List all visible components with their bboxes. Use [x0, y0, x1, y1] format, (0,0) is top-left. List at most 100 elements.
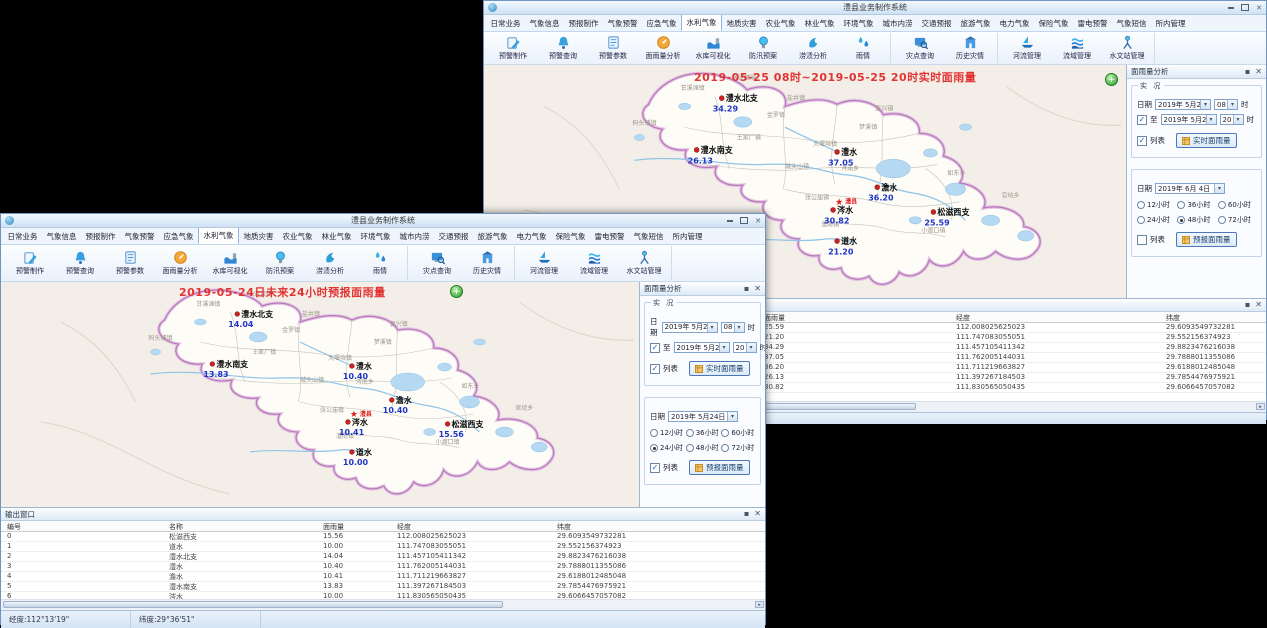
- from-date-select[interactable]: 2019年 5月25日▾: [1155, 99, 1211, 110]
- tab-城市内涝[interactable]: 城市内涝: [878, 16, 917, 31]
- to-date-select[interactable]: 2019年 5月25日▾: [1161, 114, 1217, 125]
- tab-气象短信[interactable]: 气象短信: [629, 229, 668, 244]
- radio-12小时[interactable]: 12小时: [650, 428, 686, 438]
- titlebar[interactable]: 澧县业务制作系统 ✕: [484, 1, 1266, 15]
- tab-日常业务[interactable]: 日常业务: [3, 229, 42, 244]
- to-checkbox[interactable]: ✓: [650, 343, 660, 353]
- scroll-right-arrow[interactable]: ▸: [755, 601, 764, 608]
- forecast-rainfall-button[interactable]: 预报面雨量: [689, 460, 750, 475]
- tab-雷电预警[interactable]: 雷电预警: [590, 229, 629, 244]
- locate-button[interactable]: +: [450, 285, 463, 298]
- tab-交通预报[interactable]: 交通预报: [917, 16, 956, 31]
- radio-72小时[interactable]: 72小时: [721, 443, 755, 453]
- to-hour-select[interactable]: 20▾: [733, 342, 757, 353]
- tab-交通预报[interactable]: 交通预报: [434, 229, 473, 244]
- toolbar-button-预警查询[interactable]: 预警查询: [55, 246, 105, 280]
- tab-地质灾害[interactable]: 地质灾害: [722, 16, 761, 31]
- tab-气象信息[interactable]: 气象信息: [42, 229, 81, 244]
- list-checkbox[interactable]: ✓: [650, 364, 660, 374]
- radio-48小时[interactable]: 48小时: [1177, 215, 1217, 225]
- pin-icon[interactable]: ▪: [1245, 68, 1250, 76]
- radio-60小时[interactable]: 60小时: [721, 428, 755, 438]
- tab-城市内涝[interactable]: 城市内涝: [395, 229, 434, 244]
- tab-农业气象[interactable]: 农业气象: [278, 229, 317, 244]
- radio-36小时[interactable]: 36小时: [1177, 200, 1217, 210]
- close-button[interactable]: ✕: [1256, 3, 1262, 12]
- tab-水利气象[interactable]: 水利气象: [198, 226, 239, 244]
- from-hour-select[interactable]: 08▾: [721, 322, 745, 333]
- toolbar-button-灾点查询[interactable]: 灾点查询: [895, 33, 945, 63]
- toolbar-button-河流管理[interactable]: 河流管理: [519, 246, 569, 280]
- radio-48小时[interactable]: 48小时: [686, 443, 722, 453]
- toolbar-button-水文站管理[interactable]: 水文站管理: [619, 246, 669, 280]
- toolbar-button-涝渍分析[interactable]: 涝渍分析: [305, 246, 355, 280]
- toolbar-button-流域管理[interactable]: 流域管理: [569, 246, 619, 280]
- locate-button[interactable]: +: [1105, 73, 1118, 86]
- close-icon[interactable]: ✕: [754, 510, 761, 518]
- tab-旅游气象[interactable]: 旅游气象: [956, 16, 995, 31]
- tab-电力气象[interactable]: 电力气象: [995, 16, 1034, 31]
- horizontal-scrollbar[interactable]: ▸: [1, 599, 765, 610]
- tab-电力气象[interactable]: 电力气象: [512, 229, 551, 244]
- toolbar-button-水库可视化[interactable]: 水库可视化: [688, 33, 738, 63]
- tab-应急气象[interactable]: 应急气象: [642, 16, 681, 31]
- toolbar-button-防汛预案[interactable]: 防汛预案: [255, 246, 305, 280]
- tab-环境气象[interactable]: 环境气象: [839, 16, 878, 31]
- tab-所内管理[interactable]: 所内管理: [668, 229, 707, 244]
- toolbar-button-河流管理[interactable]: 河流管理: [1002, 33, 1052, 63]
- toolbar-button-预警制作[interactable]: 预警制作: [488, 33, 538, 63]
- tab-气象信息[interactable]: 气象信息: [525, 16, 564, 31]
- toolbar-button-流域管理[interactable]: 流域管理: [1052, 33, 1102, 63]
- from-date-select[interactable]: 2019年 5月25日▾: [662, 322, 718, 333]
- close-icon[interactable]: ✕: [1255, 301, 1262, 309]
- toolbar-button-雨情[interactable]: 雨情: [838, 33, 888, 63]
- minimize-button[interactable]: [1228, 3, 1234, 12]
- radio-36小时[interactable]: 36小时: [686, 428, 722, 438]
- live-rainfall-button[interactable]: 实时面雨量: [1176, 133, 1237, 148]
- tab-雷电预警[interactable]: 雷电预警: [1073, 16, 1112, 31]
- to-hour-select[interactable]: 20▾: [1220, 114, 1244, 125]
- tab-气象短信[interactable]: 气象短信: [1112, 16, 1151, 31]
- from-hour-select[interactable]: 08▾: [1214, 99, 1238, 110]
- tab-保险气象[interactable]: 保险气象: [1034, 16, 1073, 31]
- tab-气象预警[interactable]: 气象预警: [120, 229, 159, 244]
- toolbar-button-预警参数[interactable]: 预警参数: [105, 246, 155, 280]
- maximize-button[interactable]: [1241, 3, 1249, 12]
- forecast-date-select[interactable]: 2019年 5月24日▾: [668, 411, 738, 422]
- toolbar-button-面雨量分析[interactable]: 面雨量分析: [638, 33, 688, 63]
- tab-日常业务[interactable]: 日常业务: [486, 16, 525, 31]
- tab-保险气象[interactable]: 保险气象: [551, 229, 590, 244]
- close-button[interactable]: ✕: [755, 216, 761, 225]
- toolbar-button-预警参数[interactable]: 预警参数: [588, 33, 638, 63]
- toolbar-button-预警查询[interactable]: 预警查询: [538, 33, 588, 63]
- list-checkbox[interactable]: [1137, 235, 1147, 245]
- radio-60小时[interactable]: 60小时: [1218, 200, 1256, 210]
- pin-icon[interactable]: ▪: [744, 285, 749, 293]
- tab-旅游气象[interactable]: 旅游气象: [473, 229, 512, 244]
- tab-水利气象[interactable]: 水利气象: [681, 13, 722, 31]
- toolbar-button-防汛预案[interactable]: 防汛预案: [738, 33, 788, 63]
- tab-环境气象[interactable]: 环境气象: [356, 229, 395, 244]
- toolbar-button-水文站管理[interactable]: 水文站管理: [1102, 33, 1152, 63]
- to-checkbox[interactable]: ✓: [1137, 115, 1147, 125]
- toolbar-button-历史灾情[interactable]: 历史灾情: [462, 246, 512, 280]
- toolbar-button-预警制作[interactable]: 预警制作: [5, 246, 55, 280]
- forecast-rainfall-button[interactable]: 预报面雨量: [1176, 232, 1237, 247]
- tab-地质灾害[interactable]: 地质灾害: [239, 229, 278, 244]
- pin-icon[interactable]: ▪: [1245, 301, 1250, 309]
- close-icon[interactable]: ✕: [754, 285, 761, 293]
- toolbar-button-面雨量分析[interactable]: 面雨量分析: [155, 246, 205, 280]
- minimize-button[interactable]: [727, 216, 733, 225]
- tab-应急气象[interactable]: 应急气象: [159, 229, 198, 244]
- tab-所内管理[interactable]: 所内管理: [1151, 16, 1190, 31]
- list-checkbox[interactable]: ✓: [650, 463, 660, 473]
- close-icon[interactable]: ✕: [1255, 68, 1262, 76]
- tab-气象预警[interactable]: 气象预警: [603, 16, 642, 31]
- radio-24小时[interactable]: 24小时: [650, 443, 686, 453]
- list-checkbox[interactable]: ✓: [1137, 136, 1147, 146]
- tab-林业气象[interactable]: 林业气象: [317, 229, 356, 244]
- radio-24小时[interactable]: 24小时: [1137, 215, 1177, 225]
- tab-林业气象[interactable]: 林业气象: [800, 16, 839, 31]
- scroll-right-arrow[interactable]: ▸: [1256, 403, 1265, 410]
- scrollbar-thumb[interactable]: [3, 601, 503, 608]
